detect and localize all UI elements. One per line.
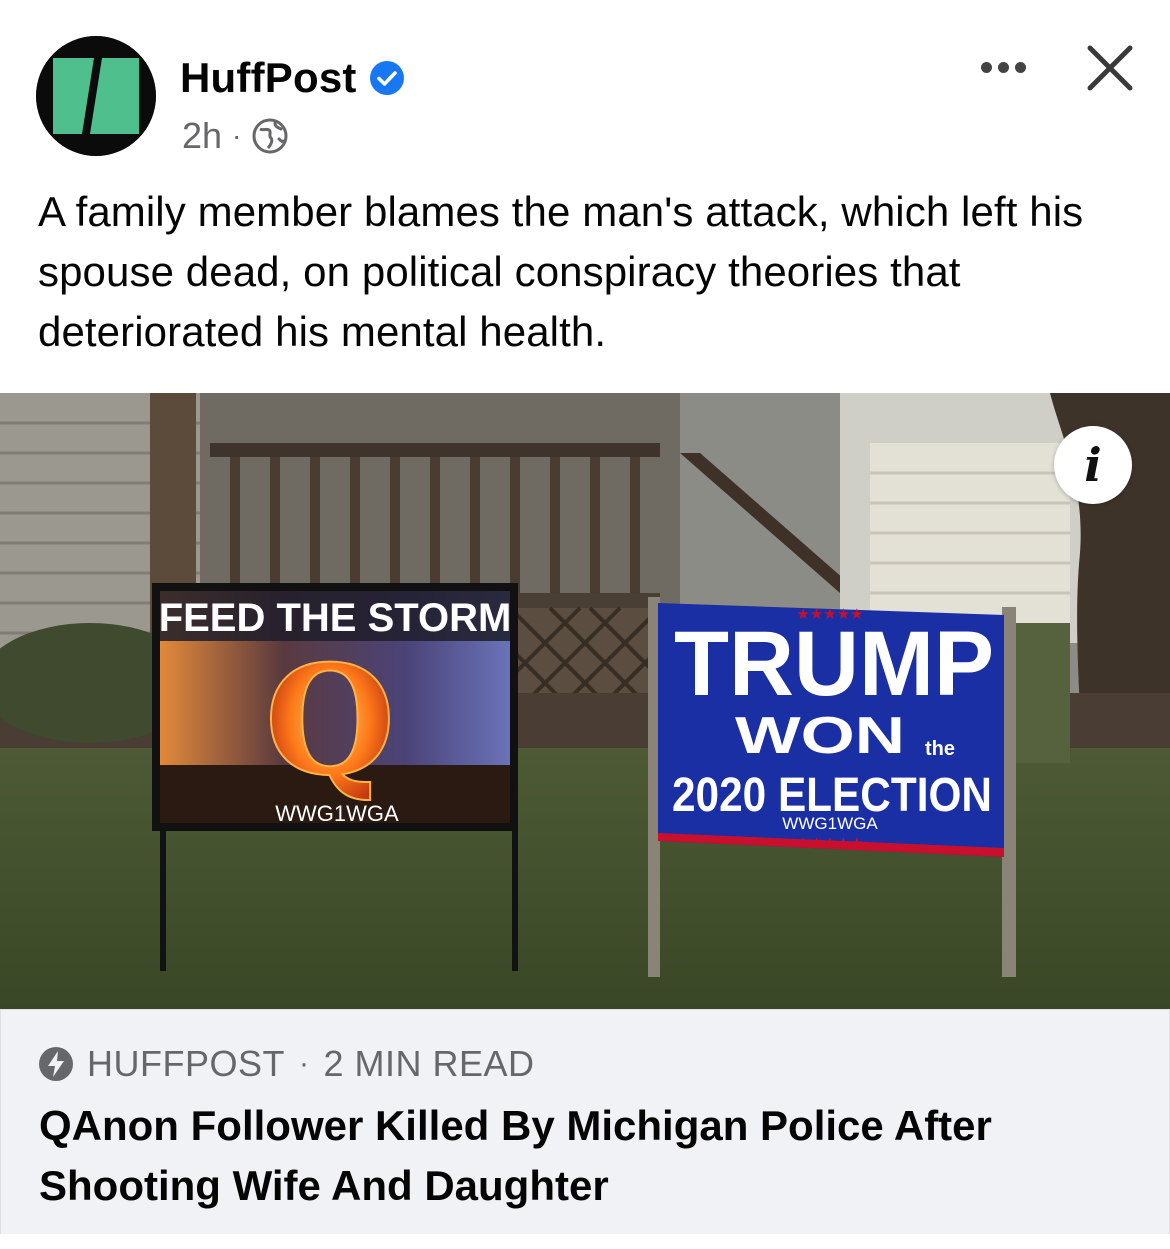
post-header: HuffPost 2h · — [0, 0, 1170, 170]
link-separator: · — [299, 1047, 310, 1080]
more-dot — [997, 61, 1009, 73]
globe-icon[interactable] — [251, 117, 289, 155]
facebook-post: HuffPost 2h · A family member blames the… — [0, 0, 1170, 1249]
right-sign-stars-bottom: ★★★★★ — [796, 834, 863, 852]
close-icon[interactable] — [1080, 38, 1140, 98]
more-dot — [980, 61, 992, 73]
post-footer-gap — [0, 1234, 1170, 1249]
more-options-icon[interactable] — [970, 44, 1036, 90]
post-meta: 2h · — [182, 112, 289, 160]
right-sign-the: the — [925, 738, 955, 760]
info-icon[interactable]: i — [1054, 426, 1132, 504]
post-time[interactable]: 2h — [182, 115, 222, 157]
link-source-row: HUFFPOST · 2 MIN READ — [37, 1042, 535, 1086]
post-caption: A family member blames the man's attack,… — [38, 188, 1084, 355]
link-preview[interactable]: HUFFPOST · 2 MIN READ QAnon Follower Kil… — [0, 1009, 1170, 1235]
info-icon-glyph: i — [1084, 438, 1102, 492]
page-name[interactable]: HuffPost — [180, 54, 357, 102]
lightning-bolt-icon — [39, 1047, 73, 1081]
link-source: HUFFPOST — [87, 1043, 285, 1084]
link-headline[interactable]: QAnon Follower Killed By Michigan Police… — [39, 1096, 1129, 1216]
right-sign-footer: WWG1WGA — [782, 814, 878, 833]
more-dot — [1014, 61, 1026, 73]
right-sign-line2: WON — [735, 707, 905, 765]
link-read-time: 2 MIN READ — [323, 1043, 535, 1084]
meta-separator: · — [232, 120, 242, 151]
huffpost-logo-icon[interactable] — [36, 36, 156, 156]
left-sign-q: Q — [265, 633, 396, 809]
post-photo[interactable]: FEED THE STORM Q WWG1WGA ★★★★★ TRUMP WON… — [0, 393, 1170, 1009]
page-name-row: HuffPost — [180, 52, 405, 104]
left-sign-footer: WWG1WGA — [275, 801, 399, 826]
right-sign-line1: TRUMP — [674, 613, 994, 715]
verified-badge-icon — [369, 61, 404, 95]
